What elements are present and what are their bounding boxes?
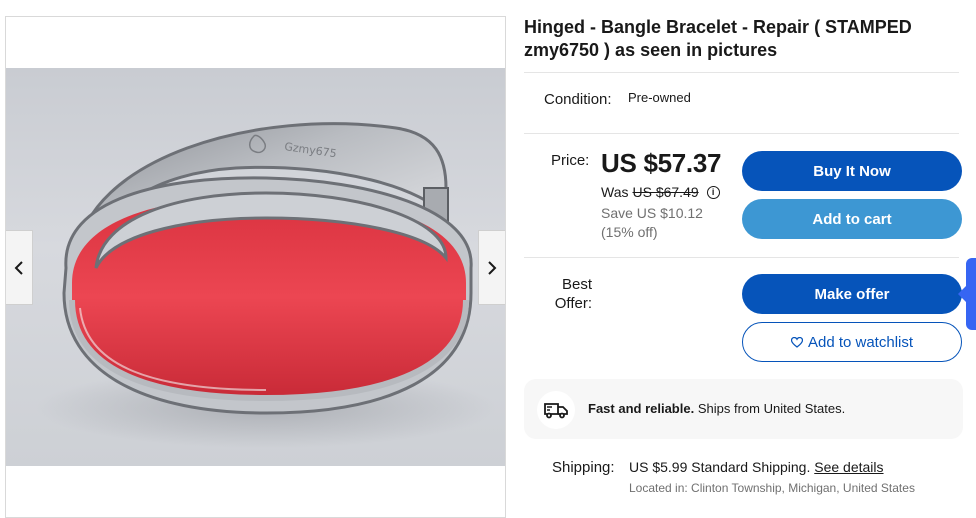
add-to-cart-button[interactable]: Add to cart <box>742 199 962 239</box>
feedback-tab[interactable] <box>958 258 976 330</box>
bracelet-image: Gzmy675 <box>36 122 496 448</box>
divider <box>524 133 959 134</box>
divider <box>524 257 959 258</box>
shipping-cost: US $5.99 <box>629 459 688 475</box>
product-photo[interactable]: Gzmy675 <box>6 68 505 466</box>
shipping-banner-detail: Ships from United States. <box>697 401 846 416</box>
next-image-button[interactable] <box>478 230 505 305</box>
condition-label: Condition: <box>544 91 612 108</box>
shipping-banner-bold: Fast and reliable. <box>588 401 695 416</box>
add-to-watchlist-button[interactable]: Add to watchlist <box>742 322 962 362</box>
buy-it-now-button[interactable]: Buy It Now <box>742 151 962 191</box>
savings-text: Save US $10.12 (15% off) <box>601 205 703 240</box>
shipping-banner-text: Fast and reliable. Ships from United Sta… <box>588 401 845 416</box>
truck-icon-circle <box>537 391 575 429</box>
condition-value: Pre-owned <box>628 90 691 105</box>
add-to-watchlist-label: Add to watchlist <box>807 333 914 351</box>
truck-icon <box>544 403 568 419</box>
heart-icon <box>790 336 803 348</box>
divider <box>524 72 959 73</box>
shipping-method: Standard Shipping. <box>691 459 811 475</box>
price-label: Price: <box>551 152 590 169</box>
shipping-value: US $5.99 Standard Shipping. See details <box>629 459 884 475</box>
info-icon[interactable]: i <box>706 185 720 199</box>
current-price: US $57.37 <box>601 148 722 178</box>
previous-image-button[interactable] <box>6 230 33 305</box>
chevron-left-icon <box>14 260 23 275</box>
item-location: Located in: Clinton Township, Michigan, … <box>629 481 915 495</box>
was-label: Was <box>601 184 629 200</box>
was-price: US $67.49 <box>632 184 699 200</box>
image-gallery: Gzmy675 <box>5 16 506 518</box>
chevron-right-icon <box>488 260 497 275</box>
best-offer-label-line1: Best <box>561 276 592 293</box>
best-offer-label: Best Offer: <box>550 275 592 313</box>
make-offer-button[interactable]: Make offer <box>742 274 962 314</box>
shipping-banner: Fast and reliable. Ships from United Sta… <box>524 379 963 439</box>
listing-title: Hinged - Bangle Bracelet - Repair ( STAM… <box>524 17 912 60</box>
best-offer-label-line2: Offer: <box>554 295 592 312</box>
see-details-link[interactable]: See details <box>814 459 883 475</box>
was-price-line: Was US $67.49 i <box>601 184 720 200</box>
shipping-label: Shipping: <box>552 459 615 476</box>
